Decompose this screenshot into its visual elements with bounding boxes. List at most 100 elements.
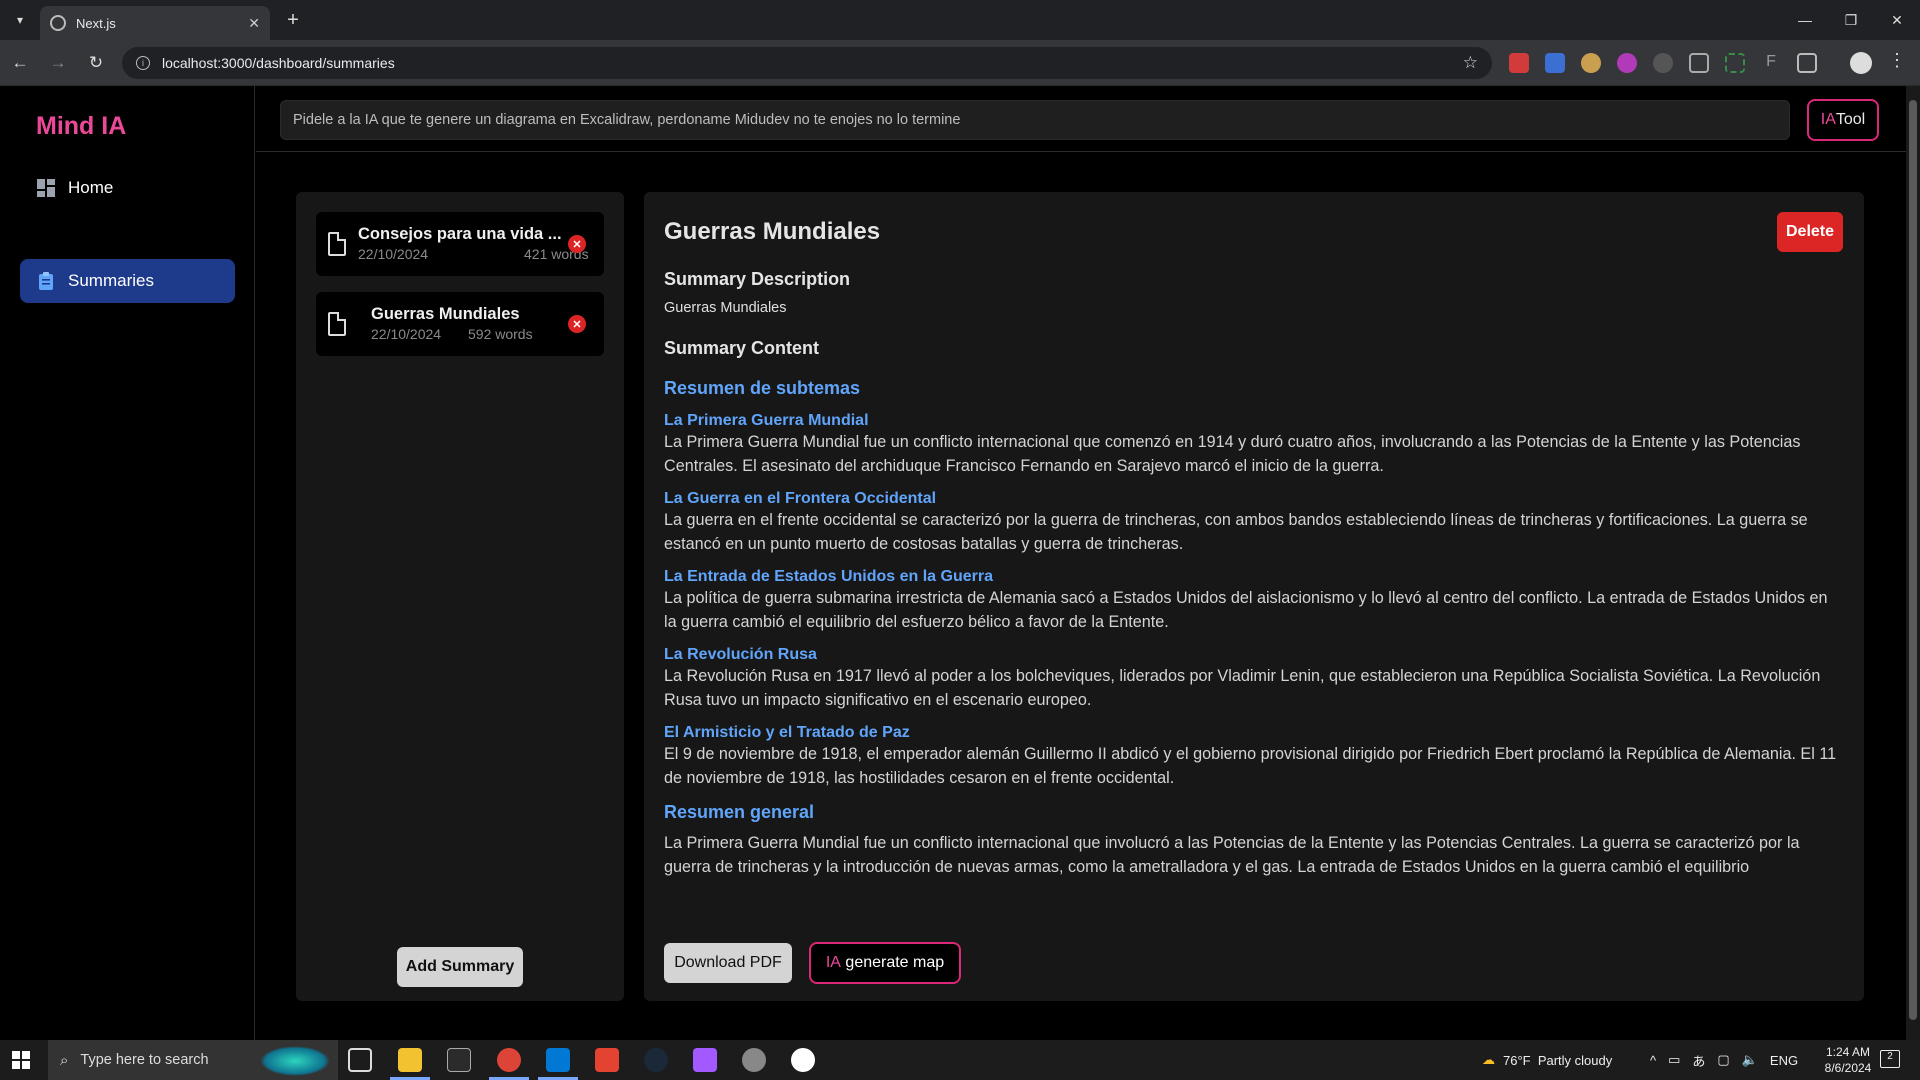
ai-prompt-input[interactable]: Pidele a la IA que te genere un diagrama… xyxy=(280,100,1790,140)
taskbar-search-placeholder: Type here to search xyxy=(80,1052,209,1068)
subtopics-heading: Resumen de subtemas xyxy=(664,378,861,398)
back-button[interactable]: ← xyxy=(8,51,32,75)
browser-tab-bar: ▾ Next.js ✕ + — ❐ ✕ xyxy=(0,0,1920,40)
general-summary-heading: Resumen general xyxy=(664,802,815,822)
close-tab-icon[interactable]: ✕ xyxy=(248,15,260,32)
minimize-button[interactable]: — xyxy=(1782,0,1828,40)
section-text: La Primera Guerra Mundial fue un conflic… xyxy=(664,433,1801,475)
general-summary-text: La Primera Guerra Mundial fue un conflic… xyxy=(664,834,1800,876)
section-text: El 9 de noviembre de 1918, el emperador … xyxy=(664,745,1837,787)
summary-card[interactable]: Consejos para una vida ... 22/10/2024 42… xyxy=(316,212,604,276)
tab-search-button[interactable]: ▾ xyxy=(8,8,32,32)
app-root: Mind IA Home Summaries Pidele a la IA qu… xyxy=(0,86,1906,1040)
weather-text: 76°F Partly cloudy xyxy=(1503,1052,1613,1068)
taskbar-search-input[interactable]: ⌕ Type here to search xyxy=(48,1040,338,1080)
file-explorer-icon[interactable] xyxy=(398,1048,422,1072)
top-bar: Pidele a la IA que te genere un diagrama… xyxy=(256,86,1906,152)
language-indicator[interactable]: ENG xyxy=(1770,1053,1798,1068)
bookmark-star-icon[interactable]: ☆ xyxy=(1463,53,1478,73)
section-title: La Guerra en el Frontera Occidental xyxy=(664,490,937,507)
summary-date: 22/10/2024 xyxy=(358,246,429,262)
ia-prefix: IA xyxy=(825,954,841,971)
system-tray: ^ ▭ あ ▢ 🔈 ENG xyxy=(1650,1040,1798,1080)
section-title: La Revolución Rusa xyxy=(664,646,817,663)
section-text: La Revolución Rusa en 1917 llevó al pode… xyxy=(664,667,1821,709)
summary-title: Consejos para una vida ... xyxy=(358,225,562,243)
generate-map-label: generate map xyxy=(840,954,945,971)
url-text: localhost:3000/dashboard/summaries xyxy=(162,55,395,71)
section-title: El Armisticio y el Tratado de Paz xyxy=(664,724,910,741)
section-title: La Primera Guerra Mundial xyxy=(664,412,869,429)
network-icon[interactable]: ▢ xyxy=(1717,1052,1729,1068)
address-bar[interactable]: i localhost:3000/dashboard/summaries ☆ xyxy=(122,47,1492,79)
forward-button[interactable]: → xyxy=(46,51,70,75)
figma-icon[interactable] xyxy=(693,1048,717,1072)
summary-date: 22/10/2024 xyxy=(371,326,442,342)
sidebar: Mind IA Home Summaries xyxy=(0,86,255,1040)
search-icon: ⌕ xyxy=(60,1051,69,1069)
app-icon[interactable] xyxy=(742,1048,766,1072)
extension-icon[interactable] xyxy=(1689,53,1709,73)
delete-button[interactable]: Delete xyxy=(1777,212,1843,252)
summary-detail-title: Guerras Mundiales xyxy=(664,218,881,245)
delete-summary-icon[interactable]: ✕ xyxy=(568,315,586,333)
extension-icon[interactable] xyxy=(1509,53,1529,73)
scrollbar-thumb[interactable] xyxy=(1909,100,1917,1020)
delete-summary-icon[interactable]: ✕ xyxy=(568,235,586,253)
extension-icon[interactable] xyxy=(1653,53,1673,73)
ia-tool-label: Tool xyxy=(1835,111,1866,128)
font-extension-icon[interactable]: F xyxy=(1761,53,1781,73)
description-heading: Summary Description xyxy=(664,269,851,289)
chevron-up-icon[interactable]: ^ xyxy=(1650,1053,1656,1068)
puzzle-extensions-icon[interactable] xyxy=(1797,53,1817,73)
weather-widget[interactable]: ☁ 76°F Partly cloudy xyxy=(1482,1040,1612,1080)
section-text: La política de guerra submarina irrestri… xyxy=(664,589,1828,631)
windows-start-icon[interactable] xyxy=(12,1051,30,1069)
translate-extension-icon[interactable] xyxy=(1545,53,1565,73)
clock[interactable]: 1:24 AM 8/6/2024 xyxy=(1818,1044,1878,1076)
page-scrollbar[interactable] xyxy=(1906,86,1920,1040)
app-icon[interactable] xyxy=(791,1048,815,1072)
search-highlight-image xyxy=(260,1046,330,1076)
taskbar: ⌕ Type here to search ☁ 76°F Partly clou… xyxy=(0,1040,1920,1080)
tab-title: Next.js xyxy=(76,15,116,31)
brand-logo[interactable]: Mind IA xyxy=(36,112,126,141)
description-text: Guerras Mundiales xyxy=(664,300,787,316)
site-info-icon[interactable]: i xyxy=(136,56,150,70)
ia-prefix: IA xyxy=(1820,111,1836,128)
extension-icon[interactable] xyxy=(1725,53,1745,73)
generate-map-button[interactable]: IA generate map xyxy=(809,942,961,984)
reload-button[interactable]: ↻ xyxy=(84,51,108,75)
ia-tool-button[interactable]: IA Tool xyxy=(1807,99,1879,141)
profile-avatar[interactable] xyxy=(1850,52,1872,74)
clock-time: 1:24 AM xyxy=(1825,1045,1871,1059)
meet-now-icon[interactable]: ▭ xyxy=(1668,1052,1680,1068)
summaries-list-panel: Consejos para una vida ... 22/10/2024 42… xyxy=(296,192,624,1001)
extension-icon[interactable] xyxy=(1617,53,1637,73)
notification-center-icon[interactable]: 2 xyxy=(1880,1050,1900,1068)
summary-title: Guerras Mundiales xyxy=(371,305,520,323)
volume-icon[interactable]: 🔈 xyxy=(1742,1052,1758,1068)
summary-card[interactable]: Guerras Mundiales 22/10/2024 592 words ✕ xyxy=(316,292,604,356)
task-view-icon[interactable] xyxy=(348,1048,372,1072)
todoist-icon[interactable] xyxy=(595,1048,619,1072)
sidebar-item-home[interactable]: Home xyxy=(20,166,235,210)
vscode-icon[interactable] xyxy=(546,1048,570,1072)
sidebar-item-summaries[interactable]: Summaries xyxy=(20,259,235,303)
add-summary-button[interactable]: Add Summary xyxy=(397,947,523,987)
extension-icon[interactable] xyxy=(1581,53,1601,73)
close-window-button[interactable]: ✕ xyxy=(1874,0,1920,40)
document-icon xyxy=(328,312,346,336)
new-tab-button[interactable]: + xyxy=(282,9,304,31)
browser-tab[interactable]: Next.js ✕ xyxy=(40,6,270,40)
globe-icon xyxy=(50,15,66,31)
browser-menu-icon[interactable]: ⋮ xyxy=(1888,50,1906,71)
steam-icon[interactable] xyxy=(644,1048,668,1072)
clock-date: 8/6/2024 xyxy=(1824,1061,1872,1075)
ime-icon[interactable]: あ xyxy=(1692,1051,1705,1070)
chrome-icon[interactable] xyxy=(497,1048,521,1072)
summary-detail-panel: Guerras Mundiales Delete Summary Descrip… xyxy=(644,192,1864,1001)
download-pdf-button[interactable]: Download PDF xyxy=(664,943,792,983)
restore-button[interactable]: ❐ xyxy=(1828,0,1874,40)
terminal-icon[interactable] xyxy=(447,1048,471,1072)
